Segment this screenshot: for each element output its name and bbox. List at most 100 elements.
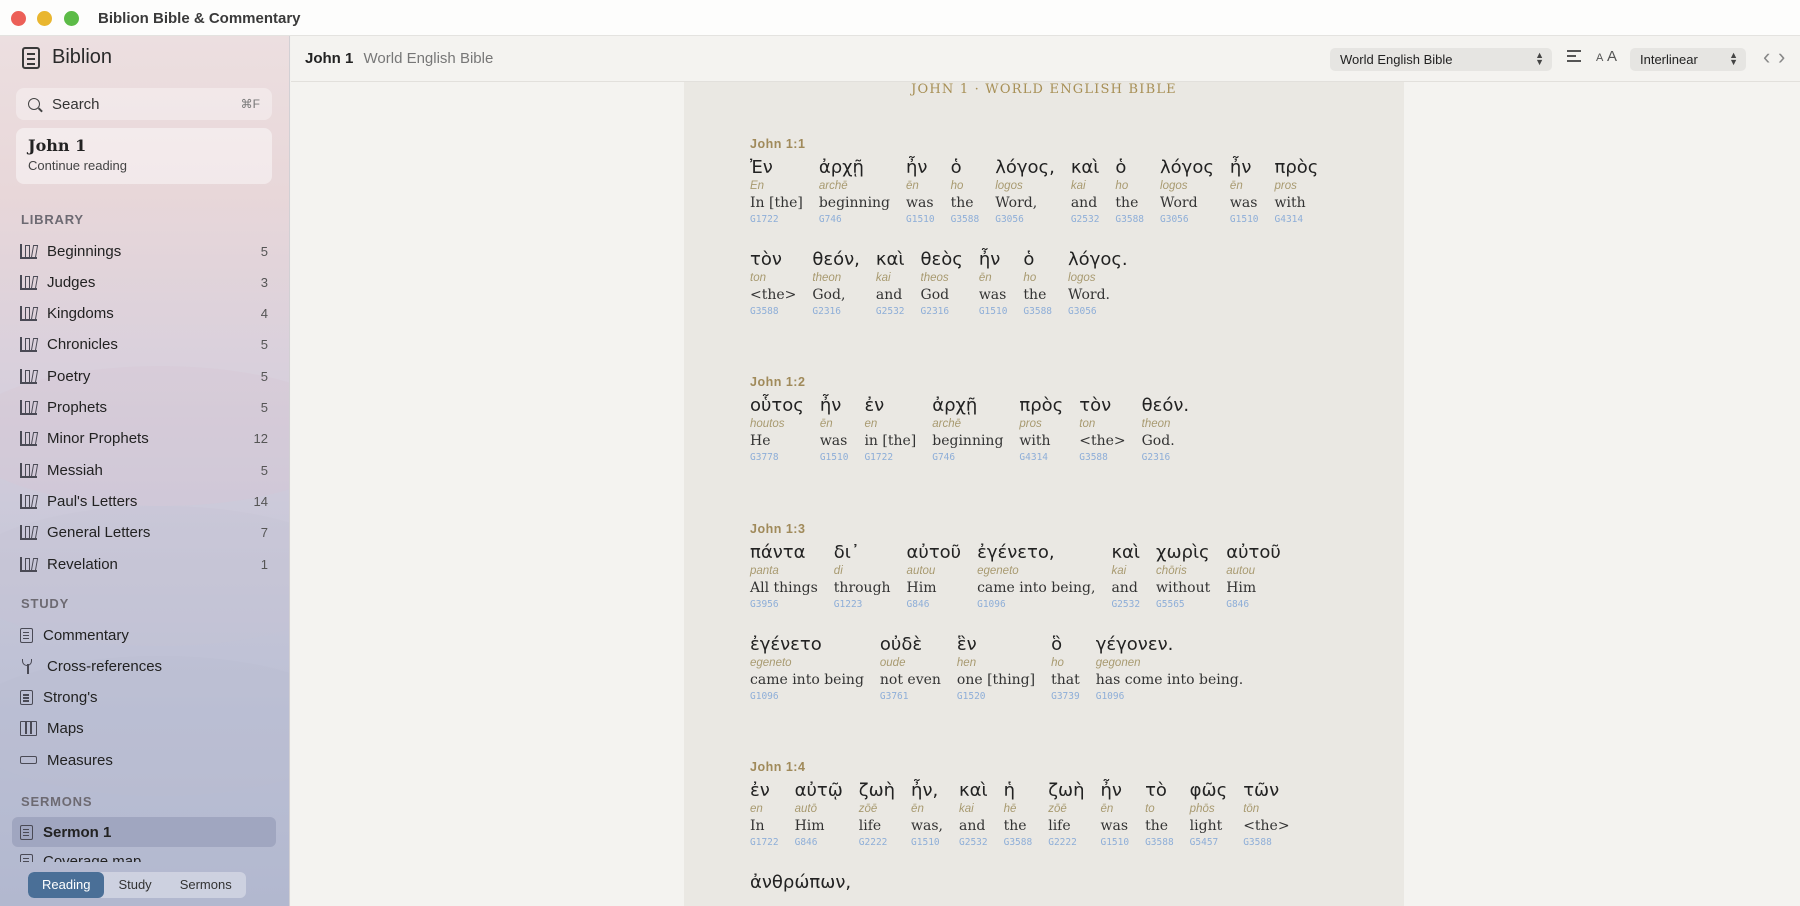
interlinear-word[interactable]: ὃ ho that G3739 [1051, 634, 1080, 702]
strongs-number[interactable]: G1510 [1100, 837, 1129, 848]
strongs-number[interactable]: G746 [819, 214, 890, 225]
strongs-number[interactable]: G2316 [921, 306, 963, 317]
strongs-number[interactable]: G1510 [906, 214, 935, 225]
tab-sermons[interactable]: Sermons [166, 872, 246, 898]
strongs-number[interactable]: G1510 [1230, 214, 1259, 225]
strongs-number[interactable]: G1096 [1096, 691, 1243, 702]
interlinear-word[interactable]: ἐν en In G1722 [750, 780, 779, 848]
strongs-number[interactable]: G3956 [750, 599, 818, 610]
strongs-number[interactable]: G1510 [911, 837, 943, 848]
interlinear-word[interactable]: ἐγένετο egeneto came into being G1096 [750, 634, 864, 702]
strongs-number[interactable]: G3761 [880, 691, 941, 702]
strongs-number[interactable]: G1510 [979, 306, 1008, 317]
interlinear-word[interactable]: αὐτοῦ autou Him G846 [907, 542, 962, 610]
interlinear-word[interactable]: πάντα panta All things G3956 [750, 542, 818, 610]
interlinear-word[interactable]: θεόν. theon God. G2316 [1142, 395, 1190, 463]
strongs-number[interactable]: G3588 [1115, 214, 1144, 225]
strongs-number[interactable]: G846 [1226, 599, 1281, 610]
minimize-window-button[interactable] [37, 11, 52, 26]
strongs-number[interactable]: G1722 [864, 452, 916, 463]
interlinear-word[interactable]: ὁ ho the G3588 [951, 157, 980, 225]
sidebar-item-sermon-1[interactable]: Sermon 1 [12, 817, 276, 847]
interlinear-word[interactable]: ἓν hen one [thing] G1520 [957, 634, 1035, 702]
view-mode-select[interactable]: Interlinear ▲ ▼ [1630, 48, 1746, 71]
interlinear-word[interactable]: γέγονεν. gegonen has come into being. G1096 [1096, 634, 1243, 702]
decrease-font-button[interactable]: A [1596, 52, 1603, 64]
interlinear-word[interactable]: ἦν ēn was G1510 [1230, 157, 1259, 225]
interlinear-word[interactable]: θεὸς theos God G2316 [921, 249, 963, 317]
interlinear-word[interactable]: καὶ kai and G2532 [876, 249, 905, 317]
strongs-number[interactable]: G3739 [1051, 691, 1080, 702]
strongs-number[interactable]: G1520 [957, 691, 1035, 702]
strongs-number[interactable]: G2532 [959, 837, 988, 848]
strongs-number[interactable]: G3056 [1160, 214, 1214, 225]
interlinear-word[interactable]: τῶν tōn <the> G3588 [1243, 780, 1289, 848]
interlinear-word[interactable]: ἦν, ēn was, G1510 [911, 780, 943, 848]
strongs-number[interactable]: G3588 [951, 214, 980, 225]
sidebar-item-coverage-map[interactable]: Coverage map [12, 846, 276, 862]
strongs-number[interactable]: G4314 [1275, 214, 1319, 225]
interlinear-word[interactable]: πρὸς pros with G4314 [1275, 157, 1319, 225]
strongs-number[interactable]: G3778 [750, 452, 804, 463]
interlinear-word[interactable]: τὸ to the G3588 [1145, 780, 1174, 848]
interlinear-word[interactable]: πρὸς pros with G4314 [1019, 395, 1063, 463]
reading-area[interactable]: JOHN 1 · WORLD ENGLISH BIBLE John 1:1 Ἐν E… [291, 82, 1800, 906]
strongs-number[interactable]: G2316 [1142, 452, 1190, 463]
interlinear-word[interactable]: ἐν en in [the] G1722 [864, 395, 916, 463]
strongs-number[interactable]: G846 [907, 599, 962, 610]
strongs-number[interactable]: G846 [795, 837, 843, 848]
increase-font-button[interactable]: A [1607, 48, 1617, 65]
translation-select[interactable]: World English Bible ▲ ▼ [1330, 48, 1552, 71]
strongs-number[interactable]: G1722 [750, 214, 803, 225]
strongs-number[interactable]: G2532 [1111, 599, 1140, 610]
interlinear-word[interactable]: ἀνθρώπων, [750, 872, 851, 893]
strongs-number[interactable]: G3056 [995, 214, 1055, 225]
strongs-number[interactable]: G2532 [876, 306, 905, 317]
interlinear-word[interactable]: ὁ ho the G3588 [1115, 157, 1144, 225]
interlinear-word[interactable]: Ἐν En In [the] G1722 [750, 157, 803, 225]
interlinear-word[interactable]: ζωὴ zōē life G2222 [859, 780, 895, 848]
interlinear-word[interactable]: χωρὶς chōris without G5565 [1156, 542, 1210, 610]
strongs-number[interactable]: G3588 [1145, 837, 1174, 848]
interlinear-word[interactable]: ἀρχῇ archē beginning G746 [932, 395, 1003, 463]
strongs-number[interactable]: G3588 [750, 306, 796, 317]
zoom-window-button[interactable] [64, 11, 79, 26]
close-window-button[interactable] [11, 11, 26, 26]
strongs-number[interactable]: G3588 [1243, 837, 1289, 848]
interlinear-word[interactable]: ἦν ēn was G1510 [1100, 780, 1129, 848]
strongs-number[interactable]: G3588 [1023, 306, 1052, 317]
interlinear-word[interactable]: αὐτοῦ autou Him G846 [1226, 542, 1281, 610]
interlinear-word[interactable]: καὶ kai and G2532 [959, 780, 988, 848]
strongs-number[interactable]: G3056 [1068, 306, 1128, 317]
interlinear-word[interactable]: οὗτος houtos He G3778 [750, 395, 804, 463]
strongs-number[interactable]: G1096 [750, 691, 864, 702]
strongs-number[interactable]: G1223 [834, 599, 891, 610]
interlinear-word[interactable]: τὸν ton <the> G3588 [750, 249, 796, 317]
strongs-number[interactable]: G1722 [750, 837, 779, 848]
strongs-number[interactable]: G746 [932, 452, 1003, 463]
interlinear-word[interactable]: λόγος, logos Word, G3056 [995, 157, 1055, 225]
strongs-number[interactable]: G1510 [820, 452, 849, 463]
interlinear-word[interactable]: ἦν ēn was G1510 [820, 395, 849, 463]
text-layout-icon[interactable] [1567, 50, 1581, 62]
interlinear-word[interactable]: αὐτῷ autō Him G846 [795, 780, 843, 848]
next-chapter-button[interactable]: › [1778, 44, 1785, 70]
interlinear-word[interactable]: ἦν ēn was G1510 [906, 157, 935, 225]
interlinear-word[interactable]: καὶ kai and G2532 [1071, 157, 1100, 225]
interlinear-word[interactable]: θεόν, theon God, G2316 [812, 249, 860, 317]
strongs-number[interactable]: G1096 [977, 599, 1095, 610]
interlinear-word[interactable]: ἐγένετο, egeneto came into being, G1096 [977, 542, 1095, 610]
interlinear-word[interactable]: ὁ ho the G3588 [1023, 249, 1052, 317]
strongs-number[interactable]: G5565 [1156, 599, 1210, 610]
interlinear-word[interactable]: λόγος logos Word G3056 [1160, 157, 1214, 225]
previous-chapter-button[interactable]: ‹ [1763, 44, 1770, 70]
interlinear-word[interactable]: τὸν ton <the> G3588 [1079, 395, 1125, 463]
tab-study[interactable]: Study [104, 872, 165, 898]
interlinear-word[interactable]: ζωὴ zōē life G2222 [1048, 780, 1084, 848]
tab-reading[interactable]: Reading [28, 872, 105, 898]
interlinear-word[interactable]: φῶς phōs light G5457 [1190, 780, 1228, 848]
strongs-number[interactable]: G3588 [1004, 837, 1033, 848]
strongs-number[interactable]: G4314 [1019, 452, 1063, 463]
interlinear-word[interactable]: δι᾽ di through G1223 [834, 542, 891, 610]
interlinear-word[interactable]: ἀρχῇ archē beginning G746 [819, 157, 890, 225]
